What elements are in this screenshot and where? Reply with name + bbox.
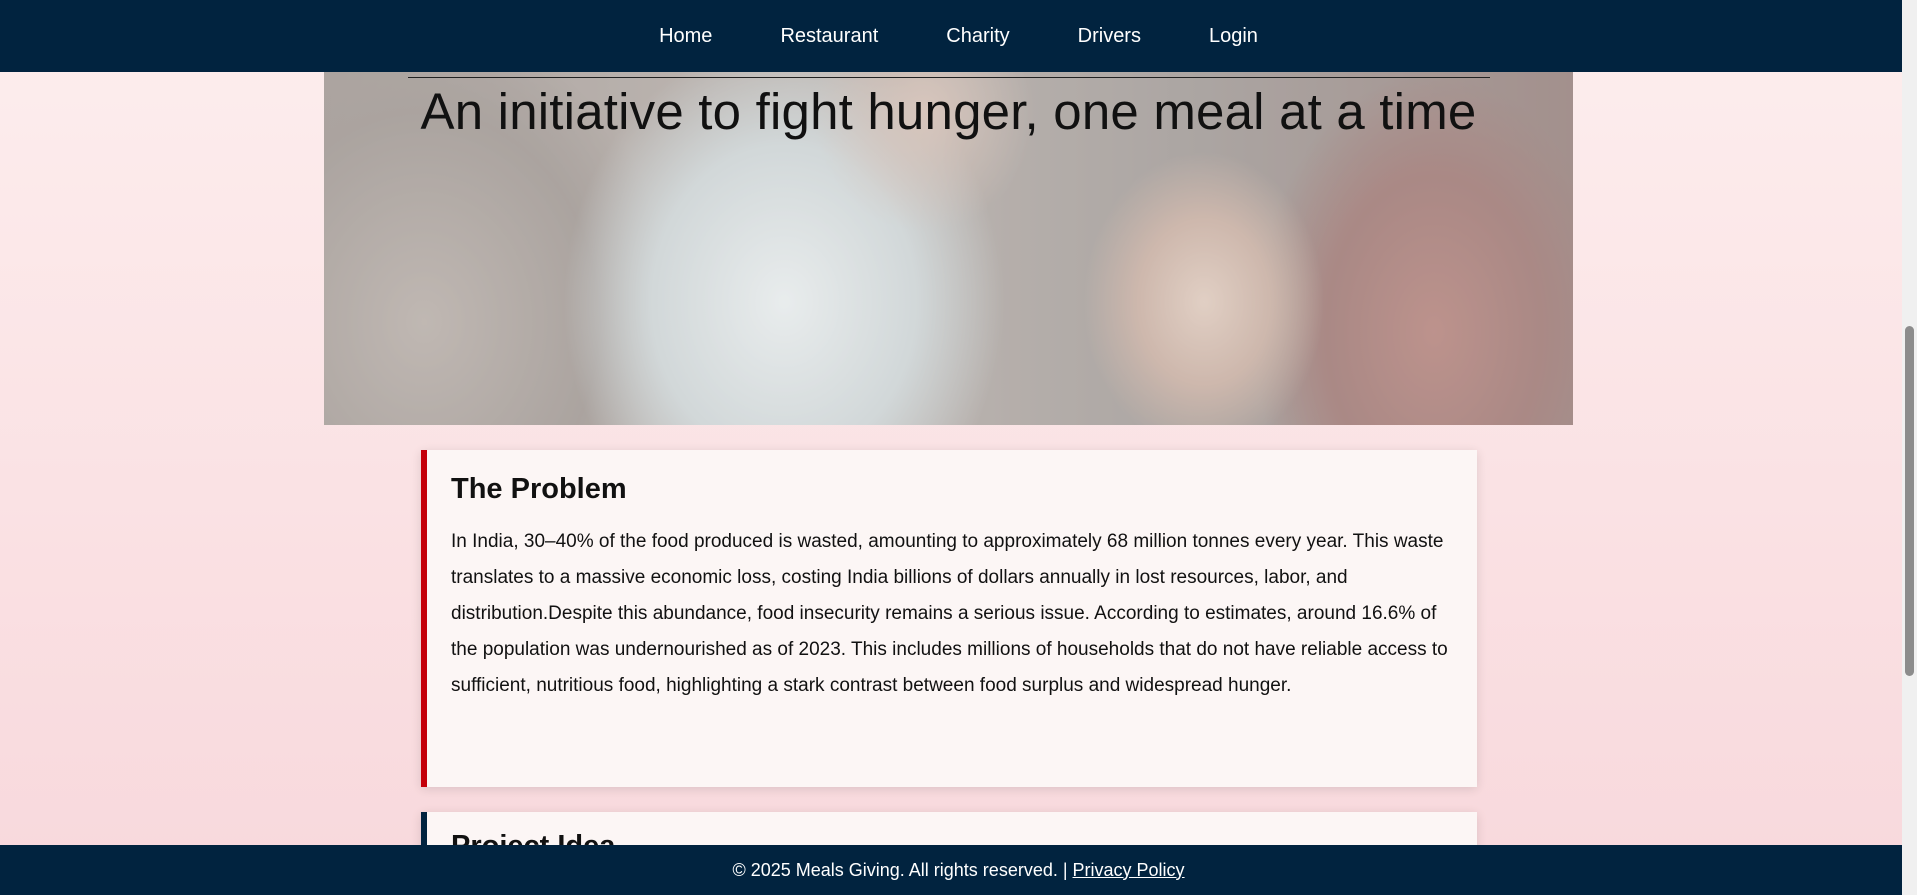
hero-tagline: An initiative to fight hunger, one meal … xyxy=(420,83,1477,140)
page-footer: © 2025 Meals Giving. All rights reserved… xyxy=(0,845,1917,895)
privacy-policy-link[interactable]: Privacy Policy xyxy=(1073,860,1185,881)
nav-login[interactable]: Login xyxy=(1175,25,1292,48)
hero-divider xyxy=(408,77,1490,78)
scrollbar-thumb[interactable] xyxy=(1905,326,1914,676)
top-navigation: Home Restaurant Charity Drivers Login xyxy=(0,0,1917,72)
footer-copyright: © 2025 Meals Giving. All rights reserved… xyxy=(732,859,1068,880)
nav-restaurant[interactable]: Restaurant xyxy=(746,25,912,48)
problem-body: In India, 30–40% of the food produced is… xyxy=(451,531,1448,696)
nav-home[interactable]: Home xyxy=(625,25,746,48)
page-scrollbar[interactable] xyxy=(1902,0,1917,895)
problem-title: The Problem xyxy=(451,473,627,505)
nav-charity[interactable]: Charity xyxy=(912,25,1043,48)
nav-drivers[interactable]: Drivers xyxy=(1044,25,1175,48)
problem-card: The Problem In India, 30–40% of the food… xyxy=(421,450,1477,787)
